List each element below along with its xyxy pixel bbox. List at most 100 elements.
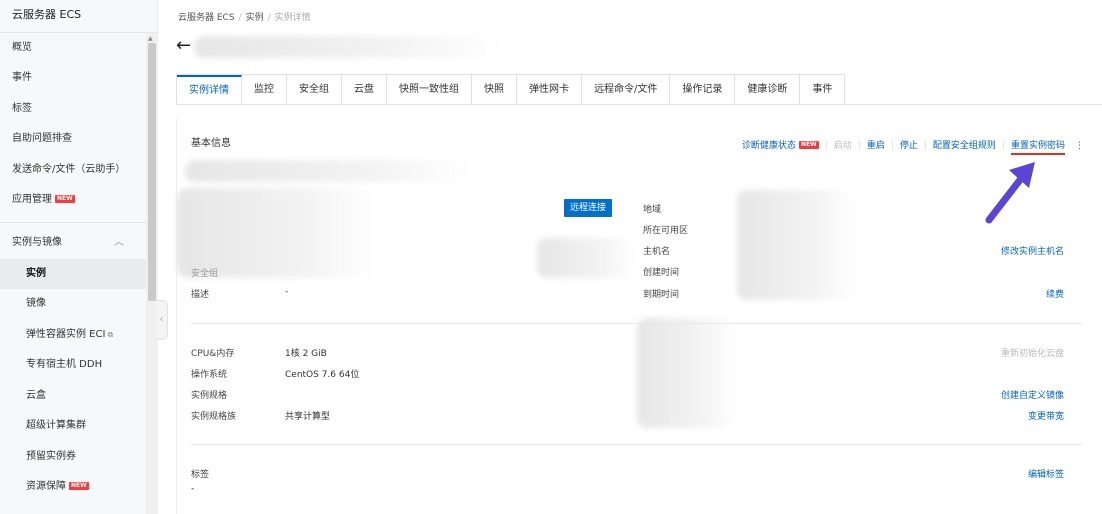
sidebar-item-super-computing[interactable]: 超级计算集群 — [0, 411, 146, 441]
tab-security-group[interactable]: 安全组 — [287, 75, 342, 105]
section-title-basic-info: 基本信息 — [191, 138, 231, 149]
tab-events[interactable]: 事件 — [800, 75, 845, 105]
sidebar-item-tags[interactable]: 标签 — [0, 94, 146, 124]
redacted-info-block — [177, 188, 377, 278]
restart-link[interactable]: 重启 — [867, 141, 885, 151]
sidebar-group-label: 实例与镜像 — [12, 237, 62, 248]
modify-hostname-link[interactable]: 修改实例主机名 — [1001, 244, 1064, 257]
scrollbar-thumb[interactable] — [148, 43, 156, 301]
tab-snapshot[interactable]: 快照 — [472, 75, 517, 105]
sidebar-item-resource-assurance[interactable]: 资源保障 NEW — [0, 472, 146, 502]
edit-tags-link[interactable]: 编辑标签 — [1028, 467, 1064, 480]
more-actions-icon[interactable]: ⋮ — [1075, 141, 1084, 151]
field-label-zone: 所在可用区 — [643, 226, 689, 236]
chevron-left-icon: ‹ — [159, 314, 164, 325]
stop-link[interactable]: 停止 — [900, 141, 918, 151]
external-link-icon: ⧉ — [107, 330, 114, 339]
sidebar-item-label: 发送命令/文件（云助手） — [12, 164, 126, 175]
field-label-tags: 标签 — [191, 470, 210, 480]
chevron-up-icon: ︿ — [114, 237, 124, 248]
redacted-instance-name — [194, 36, 504, 58]
sidebar-title: 云服务器 ECS — [0, 0, 157, 33]
sidebar-item-label: 标签 — [12, 103, 32, 114]
sidebar-item-app-management[interactable]: 应用管理 NEW — [0, 185, 146, 215]
breadcrumb-item-instances[interactable]: 实例 — [246, 13, 264, 23]
sidebar-item-label: 预留实例券 — [26, 451, 76, 462]
reinit-disk-link[interactable]: 重新初始化云盘 — [1001, 346, 1064, 359]
sidebar-item-label: 弹性容器实例 ECI — [26, 329, 106, 340]
new-badge: NEW — [55, 195, 75, 203]
tab-eni[interactable]: 弹性网卡 — [517, 75, 582, 105]
field-label-description: 描述 — [191, 290, 210, 300]
field-label-instance-family: 实例规格族 — [191, 412, 237, 422]
reset-password-link[interactable]: 重置实例密码 — [1010, 141, 1065, 155]
redacted-config-values — [637, 318, 737, 428]
create-custom-image-link[interactable]: 创建自定义镜像 — [1001, 388, 1064, 401]
sidebar-item-overview[interactable]: 概览 — [0, 33, 146, 63]
tab-bar: 实例详情 监控 安全组 云盘 快照一致性组 快照 弹性网卡 远程命令/文件 操作… — [176, 74, 846, 105]
instance-detail-panel: 基本信息 诊断健康状态 NEW | 启动 | 重启 | 停止 | 配置安全组规则 | 重置实例密码 ⋮ … — [176, 118, 1102, 514]
sidebar-item-eci[interactable]: 弹性容器实例 ECI ⧉ — [0, 320, 146, 350]
sidebar-item-images[interactable]: 镜像 — [0, 289, 146, 319]
sidebar-item-label: 概览 — [12, 42, 32, 53]
field-value-cpu-memory: 1核 2 GiB — [285, 349, 327, 359]
sidebar-group-instances-images[interactable]: 实例与镜像 ︿ — [0, 228, 146, 258]
section-divider — [191, 323, 1083, 324]
sidebar-item-instances[interactable]: 实例 — [0, 259, 146, 289]
redacted-instance-id — [185, 160, 475, 182]
sidebar-item-troubleshoot[interactable]: 自助问题排查 — [0, 124, 146, 154]
sidebar-item-ddh[interactable]: 专有宿主机 DDH — [0, 350, 146, 380]
field-label-instance-type: 实例规格 — [191, 391, 228, 401]
sidebar-item-label: 自助问题排查 — [12, 133, 72, 144]
breadcrumb-item-current: 实例详情 — [274, 13, 311, 23]
section-divider — [191, 444, 1083, 445]
field-value-tags: - — [191, 484, 195, 494]
change-bandwidth-link[interactable]: 变更带宽 — [1028, 409, 1064, 422]
tab-remote-command[interactable]: 远程命令/文件 — [582, 75, 671, 105]
breadcrumb-item-ecs[interactable]: 云服务器 ECS — [178, 13, 235, 23]
sidebar-scrollbar[interactable]: ▲ — [146, 33, 158, 514]
back-arrow-icon[interactable]: ← — [176, 36, 191, 56]
sidebar: 云服务器 ECS 概览 事件 标签 自助问题排查 发送命令/文件（云助手） 应用… — [0, 0, 158, 514]
configure-security-group-link[interactable]: 配置安全组规则 — [933, 141, 996, 151]
new-badge: NEW — [69, 482, 89, 490]
redacted-ip — [537, 238, 637, 278]
tab-cloud-disk[interactable]: 云盘 — [342, 75, 387, 105]
tab-monitoring[interactable]: 监控 — [242, 75, 287, 105]
sidebar-item-reserved-instance[interactable]: 预留实例券 — [0, 442, 146, 472]
sidebar-item-label: 应用管理 — [12, 194, 52, 205]
tab-instance-details[interactable]: 实例详情 — [177, 75, 242, 105]
sidebar-divider — [0, 222, 146, 223]
field-value-instance-family: 共享计算型 — [285, 412, 331, 422]
sidebar-item-send-command[interactable]: 发送命令/文件（云助手） — [0, 155, 146, 185]
remote-connect-button[interactable]: 远程连接 — [564, 199, 613, 217]
field-value-description: - — [285, 287, 289, 297]
sidebar-item-label: 资源保障 — [26, 481, 66, 492]
tab-operation-log[interactable]: 操作记录 — [670, 75, 736, 105]
sidebar-item-cloud-box[interactable]: 云盒 — [0, 381, 146, 411]
field-label-region: 地域 — [643, 205, 662, 215]
scroll-up-icon[interactable]: ▲ — [148, 35, 153, 42]
sidebar-item-label: 云盒 — [26, 390, 46, 401]
sidebar-item-label: 专有宿主机 DDH — [26, 359, 103, 370]
renew-link[interactable]: 续费 — [1046, 287, 1064, 300]
field-value-os: CentOS 7.6 64位 — [285, 370, 360, 380]
redacted-region-values — [737, 190, 857, 300]
field-label-hostname: 主机名 — [643, 247, 671, 257]
sidebar-item-label: 事件 — [12, 72, 32, 83]
sidebar-item-events[interactable]: 事件 — [0, 63, 146, 93]
action-bar: 诊断健康状态 NEW | 启动 | 重启 | 停止 | 配置安全组规则 | 重置实例密码 ⋮ — [742, 138, 1084, 155]
sidebar-item-label: 实例 — [26, 268, 46, 279]
annotation-arrow-icon — [985, 162, 1035, 224]
new-badge: NEW — [798, 141, 819, 149]
diagnose-health-link[interactable]: 诊断健康状态 — [742, 141, 796, 151]
start-link[interactable]: 启动 — [834, 141, 852, 151]
tab-baseline — [176, 104, 1102, 105]
field-label-os: 操作系统 — [191, 370, 228, 380]
main-content: 云服务器 ECS / 实例 / 实例详情 ← 实例详情 监控 安全组 云盘 快照一致性组… — [170, 0, 1102, 514]
field-label-created-time: 创建时间 — [643, 268, 680, 278]
tab-health-diagnosis[interactable]: 健康诊断 — [735, 75, 801, 105]
tab-snapshot-consistency-group[interactable]: 快照一致性组 — [387, 75, 472, 105]
sidebar-collapse-handle[interactable]: ‹ — [156, 300, 168, 340]
breadcrumb: 云服务器 ECS / 实例 / 实例详情 — [178, 13, 311, 23]
